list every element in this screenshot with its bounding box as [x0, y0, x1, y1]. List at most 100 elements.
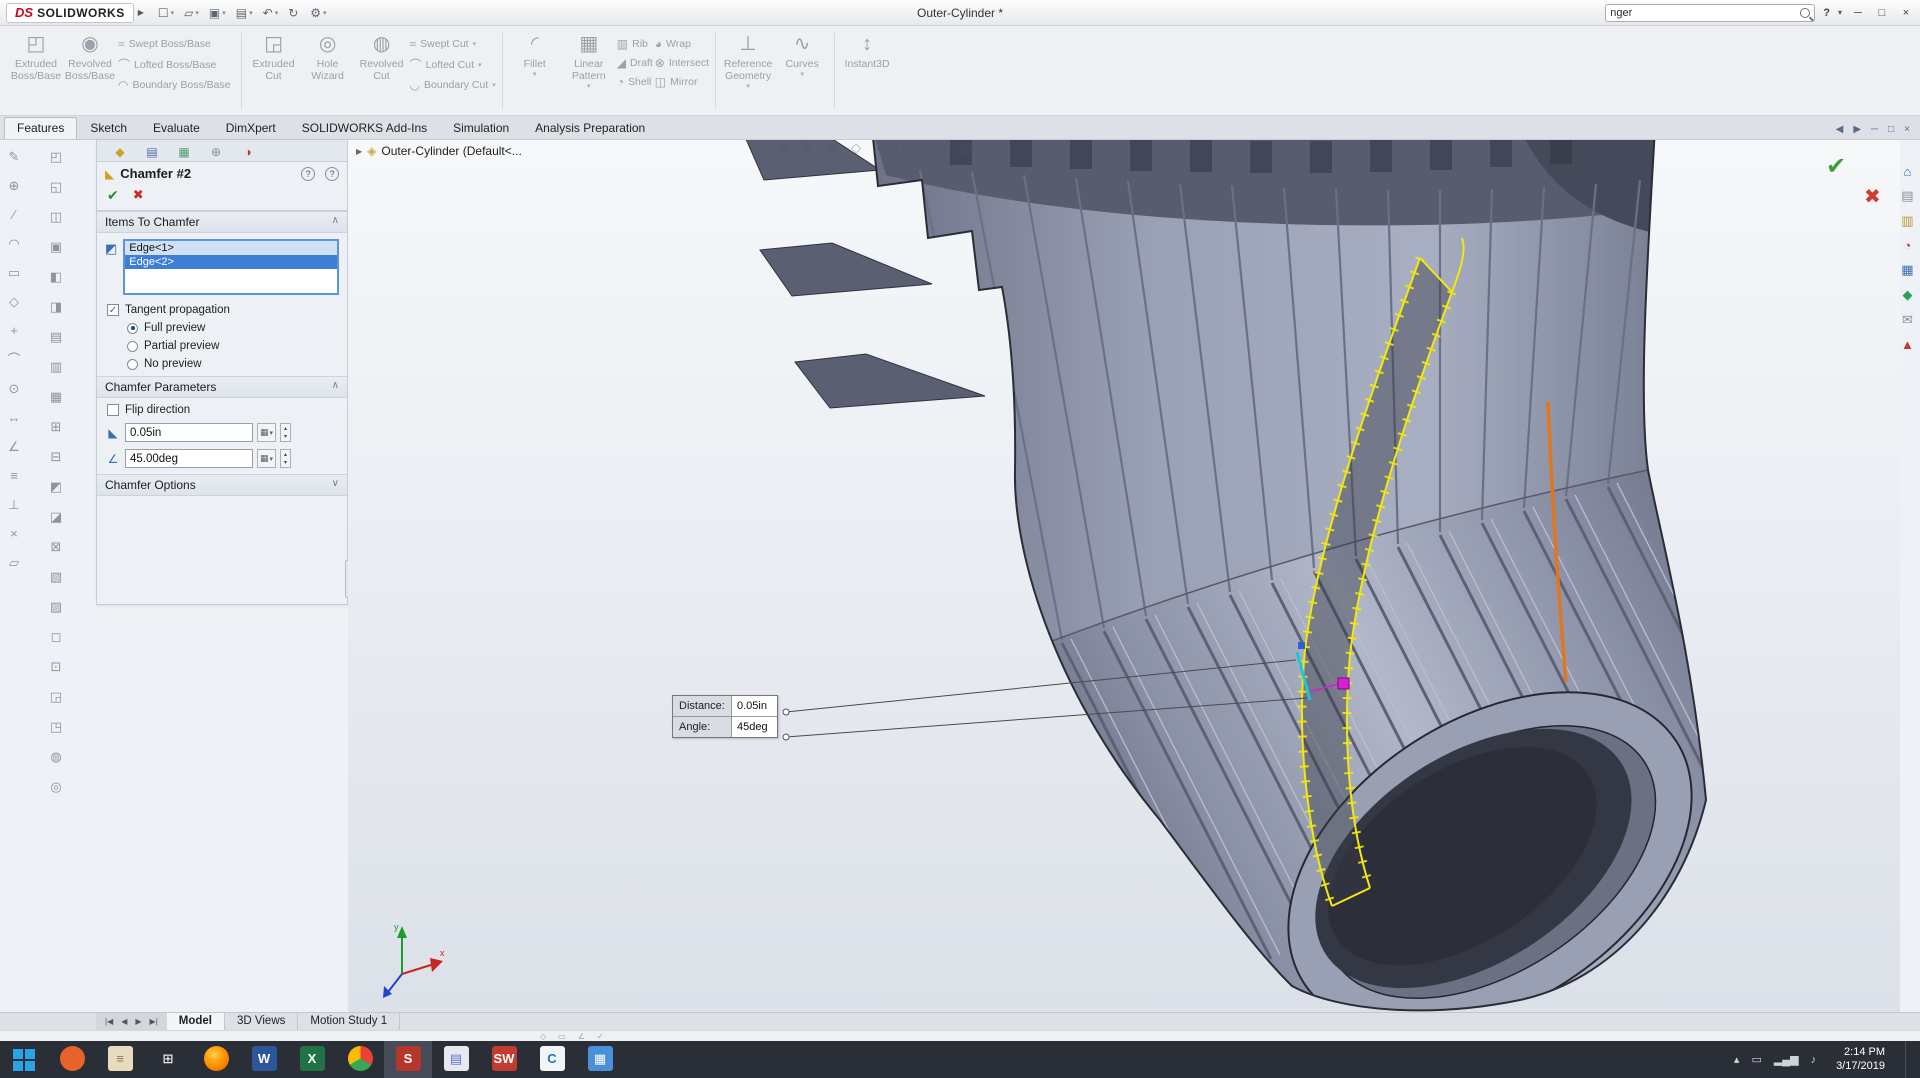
taskbar-app[interactable] — [336, 1041, 384, 1078]
toolbar-icon[interactable]: ▨ — [44, 596, 68, 618]
help-dropdown-arrow-icon[interactable]: ▾ — [1838, 8, 1842, 17]
hud-icon[interactable]: + — [874, 140, 882, 156]
hud-icon[interactable]: ◔ — [939, 140, 947, 156]
no-preview-radio[interactable] — [127, 358, 138, 370]
pin-help-icon[interactable]: ? — [325, 166, 339, 181]
ribbon-button[interactable]: ◉ Revolved Boss/Base — [64, 29, 116, 113]
tab-motion-study[interactable]: Motion Study 1 — [298, 1013, 401, 1030]
toolbar-icon[interactable]: + — [2, 320, 26, 342]
confirmation-cancel-button[interactable]: ✖ — [1864, 184, 1881, 209]
taskbar-app[interactable]: ▤ — [432, 1041, 480, 1078]
document-window-control-icon[interactable]: × — [1904, 124, 1910, 135]
taskbar-app[interactable]: SW — [480, 1041, 528, 1078]
distance-favorites-dropdown[interactable]: ▦ ▾ — [257, 423, 277, 442]
spin-up-icon[interactable]: ▴ — [281, 425, 290, 433]
toolbar-icon[interactable]: ◍ — [44, 746, 68, 768]
quick-access-button[interactable]: ▤ ▾ — [236, 6, 253, 20]
toolbar-icon[interactable]: ⌒ — [2, 349, 26, 371]
hud-icon[interactable]: ⊕ — [778, 140, 789, 156]
confirmation-ok-button[interactable]: ✔ — [1826, 152, 1846, 181]
toolbar-icon[interactable]: ▥ — [44, 356, 68, 378]
ribbon-button[interactable]: ◰ Extruded Boss/Base — [10, 29, 62, 113]
toolbar-icon[interactable]: ∠ — [2, 436, 26, 458]
toolbar-icon[interactable]: ◳ — [44, 716, 68, 738]
task-pane-icon[interactable]: ▦ — [1901, 262, 1913, 278]
hud-icon[interactable]: ↻ — [802, 140, 813, 156]
section-items-to-chamfer[interactable]: Items To Chamfer ∧ — [97, 211, 347, 233]
help-button[interactable]: ? — [1823, 7, 1830, 19]
quick-access-button[interactable]: ☐ ▾ — [158, 6, 174, 20]
ribbon-button[interactable]: ◢ Draft — [617, 56, 653, 70]
toolbar-icon[interactable]: ◻ — [44, 626, 68, 648]
ribbon-button[interactable]: ◫ Mirror — [655, 75, 709, 89]
tab-model[interactable]: Model — [166, 1013, 226, 1030]
toolbar-icon[interactable]: ◎ — [44, 776, 68, 798]
cancel-button[interactable]: ✖ — [133, 187, 144, 204]
dropdown-arrow-icon[interactable]: ▾ — [275, 9, 279, 17]
task-pane-icon[interactable]: ⌂ — [1904, 164, 1912, 179]
ribbon-button[interactable]: ⊗ Intersect — [655, 56, 709, 70]
task-pane-icon[interactable]: ✉ — [1902, 312, 1913, 328]
toolbar-icon[interactable]: ◱ — [44, 176, 68, 198]
toolbar-icon[interactable]: ◪ — [44, 506, 68, 528]
selection-list-item[interactable]: Edge<2> — [125, 255, 337, 269]
full-preview-radio[interactable] — [127, 322, 138, 334]
toolbar-icon[interactable]: ∕ — [2, 204, 26, 226]
toolbar-icon[interactable]: ▤ — [44, 326, 68, 348]
tab-scroll-icon[interactable]: |◀ — [102, 1017, 116, 1026]
task-pane-icon[interactable]: ▲ — [1901, 337, 1914, 352]
close-button[interactable]: × — [1898, 7, 1914, 19]
section-chamfer-parameters[interactable]: Chamfer Parameters ∧ — [97, 376, 347, 398]
quick-access-button[interactable]: ▣ ▾ — [209, 6, 226, 20]
ribbon-button[interactable]: ◍ Revolved Cut — [356, 29, 408, 113]
ribbon-button[interactable]: ◡ Boundary Cut ▾ — [410, 78, 496, 92]
chamfer-distance-input[interactable] — [125, 423, 253, 442]
help-icon[interactable]: ? — [301, 166, 315, 181]
toolbar-icon[interactable]: ◠ — [2, 233, 26, 255]
model-canvas[interactable]: y x — [348, 140, 1900, 1012]
chamfer-angle-input[interactable] — [125, 449, 253, 468]
tab-sketch[interactable]: Sketch — [77, 117, 140, 139]
tab-3d-views[interactable]: 3D Views — [225, 1013, 299, 1030]
toolbar-icon[interactable]: ▱ — [2, 552, 26, 574]
ok-button[interactable]: ✔ — [107, 187, 119, 204]
toolbar-icon[interactable]: ⊙ — [2, 378, 26, 400]
ribbon-button[interactable]: ◕ Wrap — [655, 37, 709, 51]
expand-chevron-icon[interactable]: ∨ — [332, 478, 339, 492]
document-window-control-icon[interactable]: ▶ — [1853, 124, 1861, 135]
quick-access-button[interactable]: ↻ — [288, 6, 300, 20]
menu-expand-arrow-icon[interactable]: ▶ — [138, 8, 144, 17]
quick-access-button[interactable]: ⚙ ▾ — [310, 6, 326, 20]
show-desktop-button[interactable] — [1905, 1041, 1910, 1078]
taskbar-app[interactable]: C — [528, 1041, 576, 1078]
drag-handle-magenta[interactable] — [1337, 677, 1350, 690]
partial-preview-radio[interactable] — [127, 340, 138, 352]
ribbon-button[interactable]: ◜ Fillet ▾ — [509, 29, 561, 113]
toolbar-icon[interactable]: ◨ — [44, 296, 68, 318]
tab-scroll-icon[interactable]: ▶ — [132, 1017, 144, 1026]
tab-analysis-preparation[interactable]: Analysis Preparation — [522, 117, 658, 139]
collapse-chevron-icon[interactable]: ∧ — [332, 380, 339, 394]
tab-dimxpert[interactable]: DimXpert — [213, 117, 289, 139]
ribbon-button[interactable]: ⌒ Lofted Cut ▾ — [410, 56, 496, 73]
dropdown-arrow-icon[interactable]: ▾ — [195, 9, 199, 17]
clock[interactable]: 2:14 PM 3/17/2019 — [1828, 1046, 1893, 1074]
quick-access-button[interactable]: ▱ ▾ — [184, 6, 199, 20]
selection-list-item[interactable]: Edge<1> — [125, 241, 337, 255]
solidworks-logo[interactable]: DS SOLIDWORKS — [6, 2, 134, 23]
ribbon-button[interactable]: ◎ Hole Wizard — [302, 29, 354, 113]
ribbon-button[interactable]: ≈ Swept Cut ▾ — [410, 37, 496, 51]
spin-up-icon[interactable]: ▴ — [281, 451, 290, 459]
toolbar-icon[interactable]: ⊟ — [44, 446, 68, 468]
taskbar-app[interactable]: W — [240, 1041, 288, 1078]
document-window-control-icon[interactable]: ─ — [1871, 124, 1878, 135]
toolbar-icon[interactable]: ◫ — [44, 206, 68, 228]
tab-simulation[interactable]: Simulation — [440, 117, 522, 139]
quick-access-button[interactable]: ↶ ▾ — [263, 6, 279, 20]
vertex-marker-blue[interactable] — [1298, 642, 1305, 649]
spin-down-icon[interactable]: ▾ — [281, 459, 290, 467]
ribbon-button[interactable]: ↕ Instant3D — [841, 29, 893, 113]
taskbar-app[interactable]: S — [384, 1041, 432, 1078]
toolbar-icon[interactable]: ↔ — [2, 407, 26, 429]
spin-down-icon[interactable]: ▾ — [281, 433, 290, 441]
